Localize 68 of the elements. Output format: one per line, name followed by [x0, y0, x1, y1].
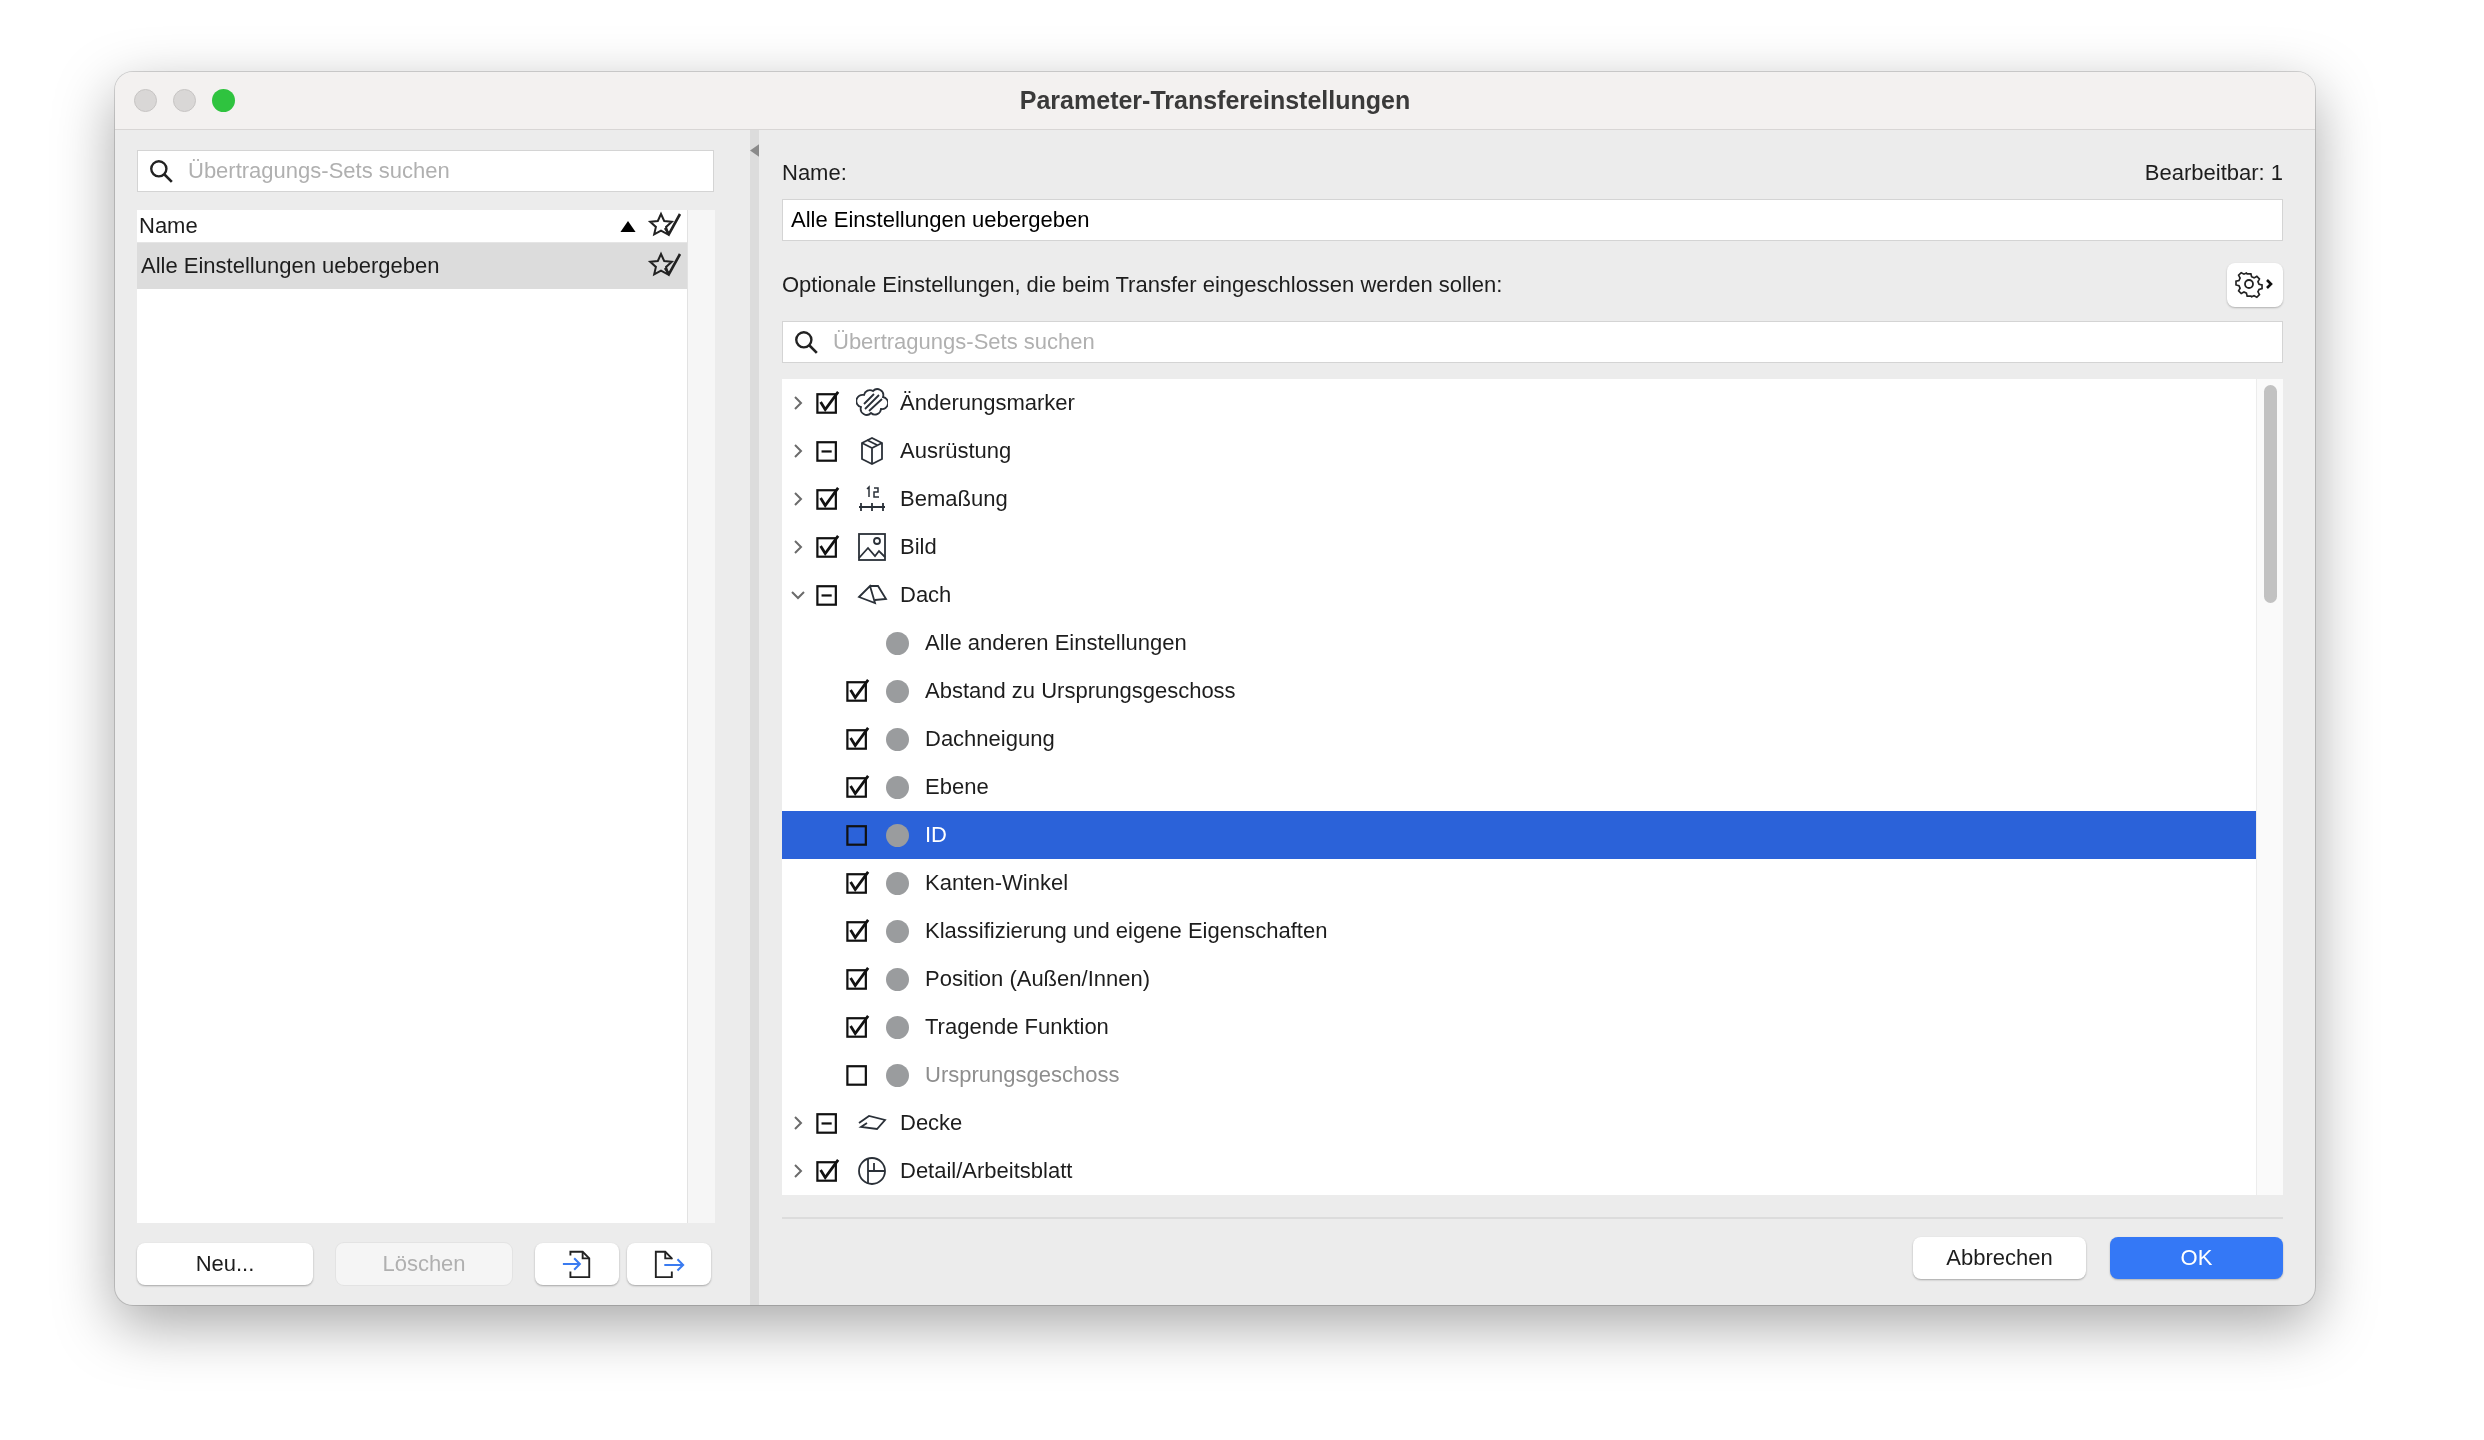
status-dot [886, 919, 909, 943]
options-label: Optionale Einstellungen, die beim Transfer eingeschlossen werden sollen: [782, 272, 1503, 298]
cancel-button[interactable]: Abbrechen [1913, 1237, 2086, 1279]
checkbox[interactable] [846, 679, 870, 703]
search-field[interactable]: Übertragungs-Sets suchen [137, 150, 714, 192]
tree-row[interactable]: Alle anderen Einstellungen [782, 619, 2256, 667]
name-label: Name: [782, 160, 847, 186]
list-item[interactable]: Alle Einstellungen uebergeben [137, 243, 687, 289]
editable-count: Bearbeitbar: 1 [2144, 160, 2283, 186]
checkbox[interactable] [846, 727, 870, 751]
action-button[interactable]: Neu... [137, 1243, 313, 1285]
checkbox[interactable] [816, 535, 840, 559]
tree-row[interactable]: Decke [782, 1099, 2256, 1147]
collapse-icon[interactable] [750, 144, 759, 157]
checkbox[interactable] [816, 1111, 840, 1135]
tree-row[interactable]: Tragende Funktion [782, 1003, 2256, 1051]
tree-row[interactable]: Änderungsmarker [782, 379, 2256, 427]
checkbox[interactable] [816, 391, 840, 415]
tree-row[interactable]: Bemaßung [782, 475, 2256, 523]
tree-row[interactable]: Bild [782, 523, 2256, 571]
export-button[interactable] [627, 1243, 711, 1285]
tree-row[interactable]: Kanten-Winkel [782, 859, 2256, 907]
tree-row[interactable]: Klassifizierung und eigene Eigenschaften [782, 907, 2256, 955]
import-button[interactable] [535, 1243, 619, 1285]
checkbox[interactable] [816, 487, 840, 511]
scrollbar-thumb[interactable] [2264, 385, 2277, 603]
file-import-icon [561, 1248, 593, 1280]
tree-row[interactable]: Position (Außen/Innen) [782, 955, 2256, 1003]
status-dot [886, 1063, 909, 1087]
checkbox[interactable] [846, 775, 870, 799]
checkbox[interactable] [816, 439, 840, 463]
name-field[interactable]: Alle Einstellungen uebergeben [782, 199, 2283, 241]
tree-row[interactable]: Dachneigung [782, 715, 2256, 763]
checkbox[interactable] [846, 919, 870, 943]
search-input[interactable]: Übertragungs-Sets suchen [831, 328, 2272, 356]
checkbox[interactable] [846, 967, 870, 991]
tree-row[interactable]: Detail/Arbeitsblatt [782, 1147, 2256, 1195]
settings-button[interactable] [2227, 263, 2283, 307]
tree-row[interactable]: ID [782, 811, 2256, 859]
status-dot [886, 967, 909, 991]
search-icon [148, 158, 174, 184]
status-dot [886, 631, 909, 655]
search-input[interactable]: Übertragungs-Sets suchen [186, 157, 703, 185]
checkbox[interactable] [846, 871, 870, 895]
status-dot [886, 823, 909, 847]
search-icon [793, 329, 819, 355]
search-field[interactable]: Übertragungs-Sets suchen [782, 321, 2283, 363]
checkbox[interactable] [846, 1015, 870, 1039]
status-dot [886, 1015, 909, 1039]
ok-button[interactable]: OK [2110, 1237, 2283, 1279]
status-dot [886, 775, 909, 799]
image-icon [856, 531, 888, 563]
status-dot [886, 871, 909, 895]
tree-row[interactable]: Dach [782, 571, 2256, 619]
status-dot [886, 727, 909, 751]
checkbox[interactable] [846, 823, 870, 847]
status-dot [886, 679, 909, 703]
tree-row[interactable]: Ebene [782, 763, 2256, 811]
tree-row[interactable]: Ausrüstung [782, 427, 2256, 475]
checkbox[interactable] [816, 583, 840, 607]
checkbox[interactable] [816, 1159, 840, 1183]
settings-icon [2235, 270, 2275, 300]
window-title: Parameter-Transfereinstellungen [1019, 86, 1411, 115]
file-export-icon [653, 1248, 685, 1280]
tree-row[interactable]: Abstand zu Ursprungsgeschoss [782, 667, 2256, 715]
marker-icon [856, 387, 888, 419]
column-header[interactable]: Name [137, 210, 687, 243]
circle-grid-icon [856, 1155, 888, 1187]
